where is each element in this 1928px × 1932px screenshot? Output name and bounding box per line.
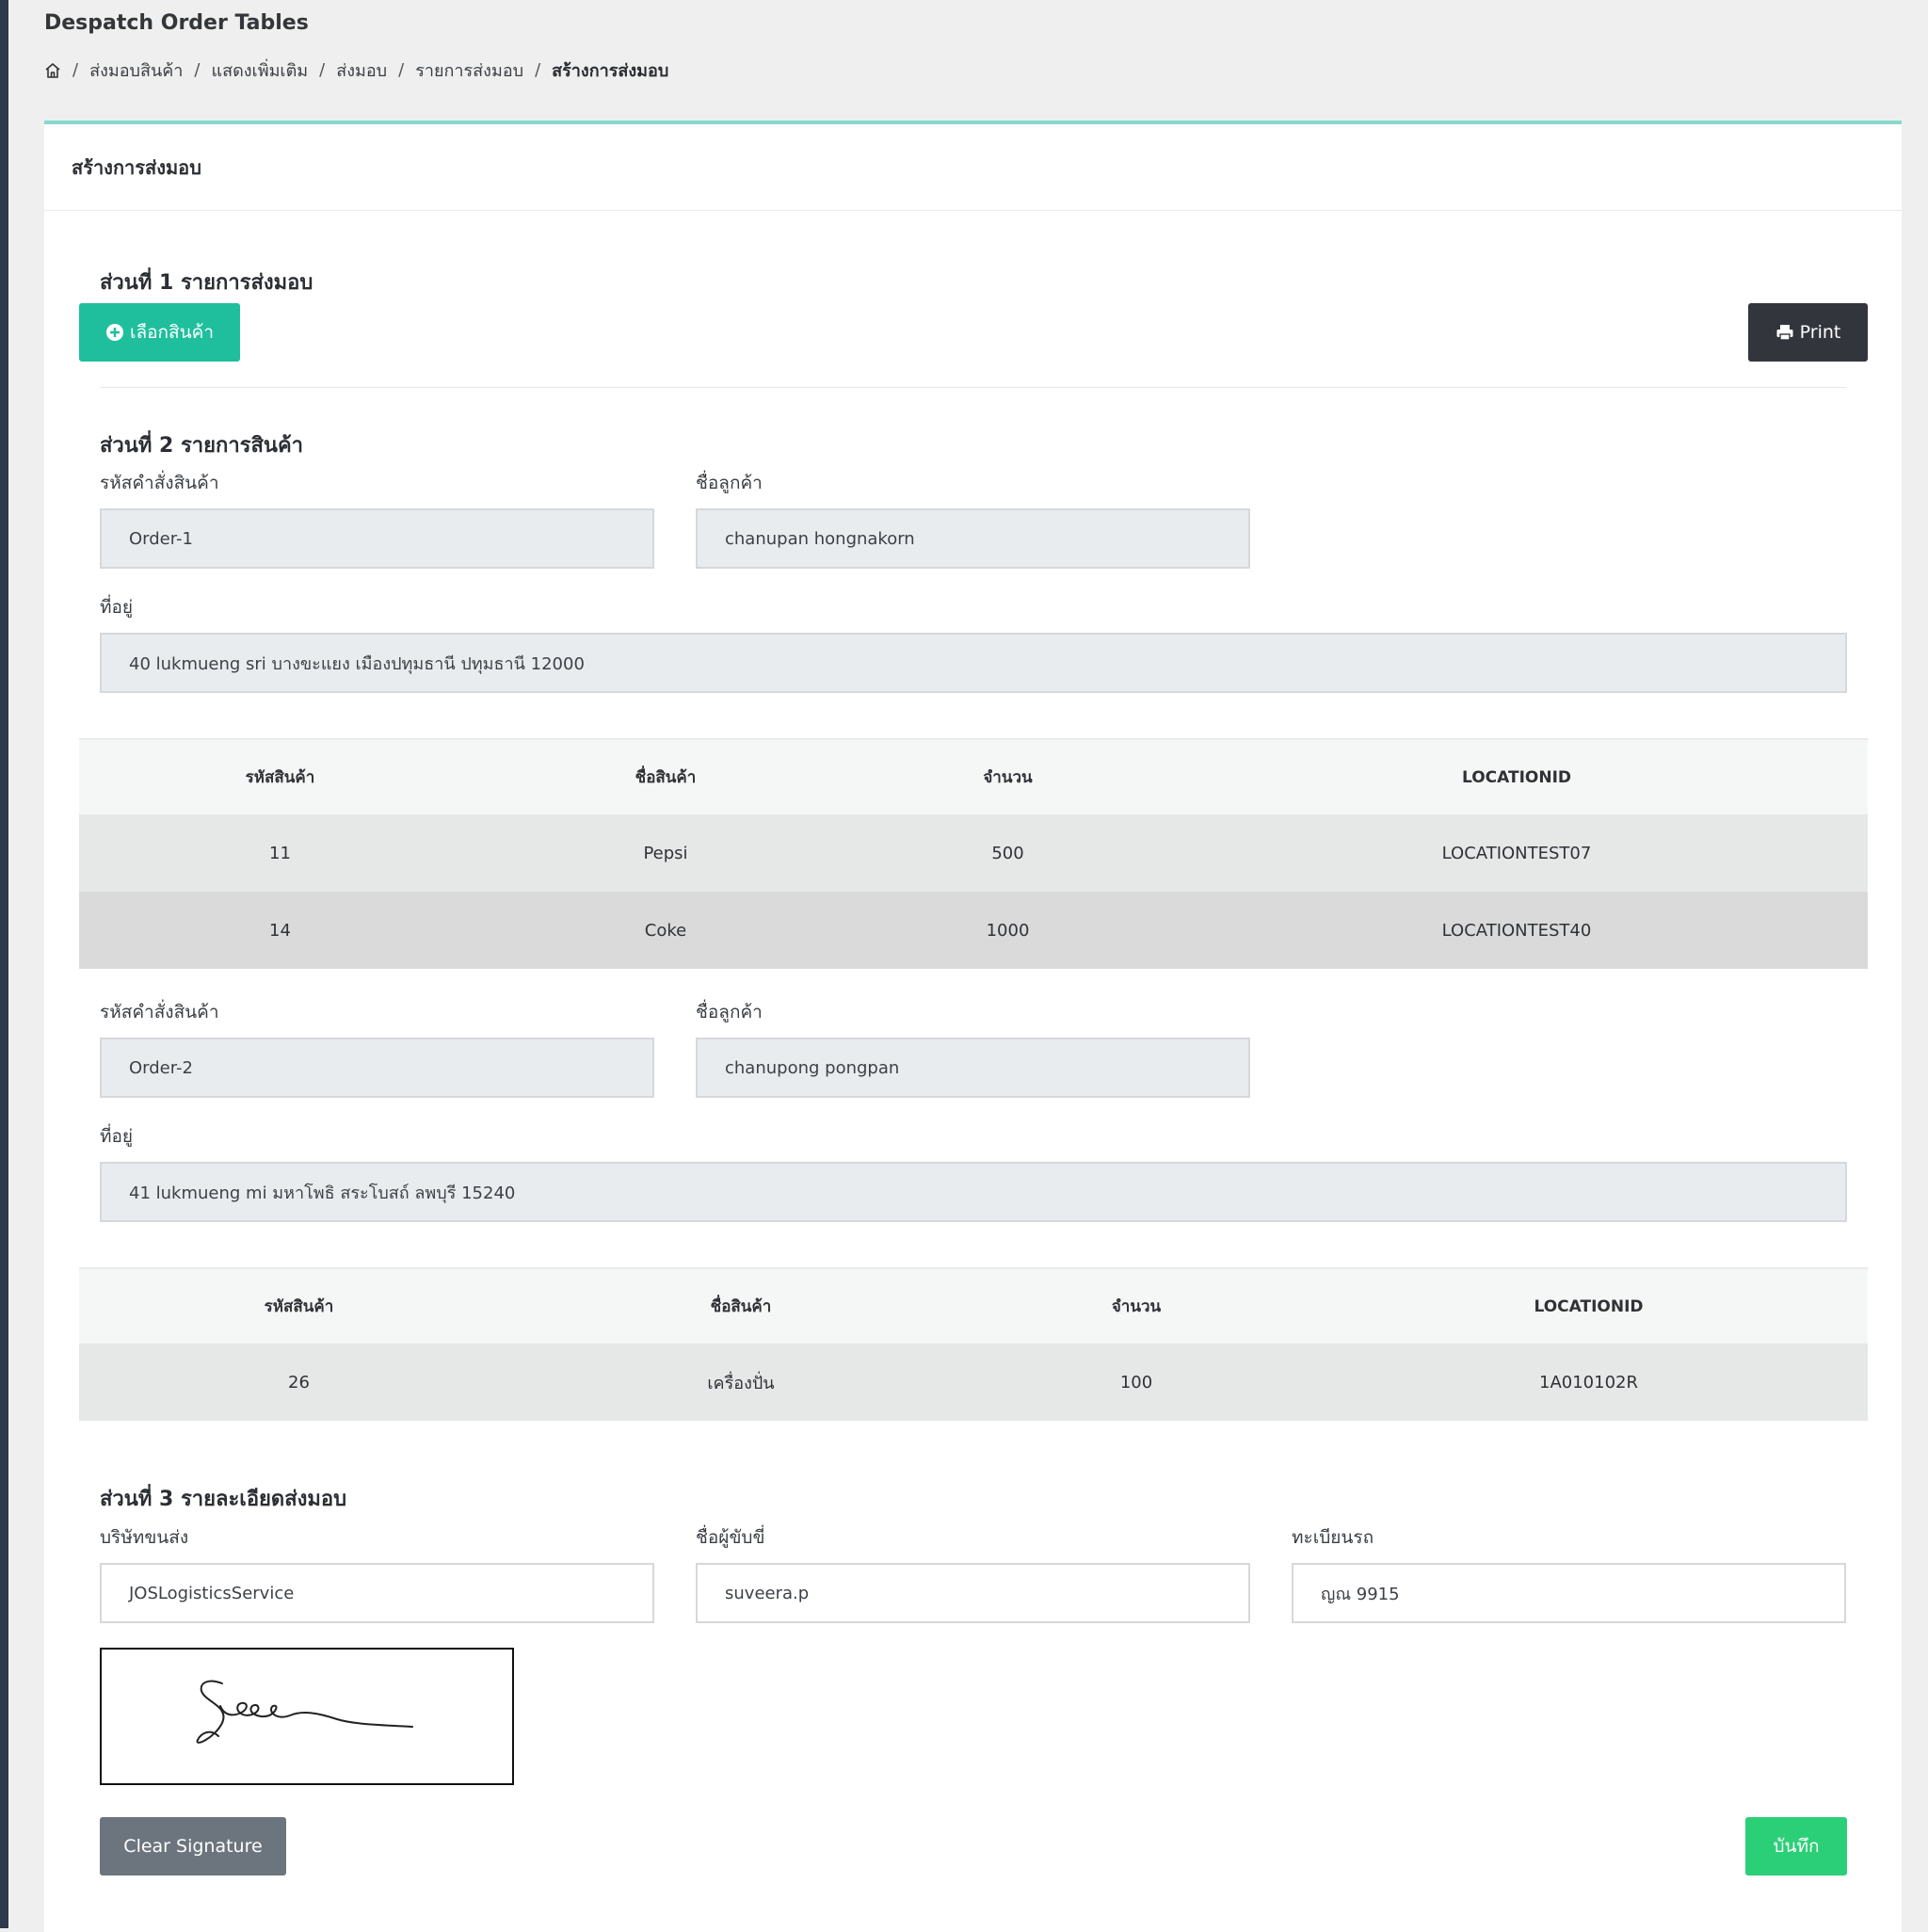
breadcrumb-item-more[interactable]: แสดงเพิ่มเติม [211, 56, 308, 84]
column-header-quantity: จำนวน [850, 738, 1165, 814]
customer-name-field[interactable]: chanupong pongpan [696, 1038, 1250, 1098]
cell-location-id: 1A010102R [1309, 1344, 1868, 1421]
order-code-field[interactable]: Order-2 [100, 1038, 654, 1098]
page-title: Despatch Order Tables [44, 11, 309, 35]
column-header-product-name: ชื่อสินค้า [519, 1267, 963, 1344]
section-divider [100, 387, 1846, 388]
order-items-table: รหัสสินค้า ชื่อสินค้า จำนวน LOCATIONID 1… [79, 738, 1868, 969]
section2-title: ส่วนที่ 2 รายการสินค้า [100, 434, 304, 458]
print-button[interactable]: Print [1748, 303, 1868, 362]
breadcrumb-item-delivery[interactable]: ส่งมอบสินค้า [89, 56, 183, 84]
customer-name-field[interactable]: chanupan hongnakorn [696, 508, 1250, 569]
table-row: 14 Coke 1000 LOCATIONTEST40 [79, 892, 1868, 969]
section3-title: ส่วนที่ 3 รายละเอียดส่งมอบ [100, 1488, 347, 1511]
save-button[interactable]: บันทึก [1745, 1817, 1847, 1876]
cell-product-code: 14 [79, 892, 481, 969]
clear-signature-button[interactable]: Clear Signature [100, 1817, 286, 1876]
home-icon[interactable] [44, 62, 61, 79]
print-label: Print [1799, 322, 1841, 343]
order-code-field[interactable]: Order-1 [100, 508, 654, 569]
cell-quantity: 1000 [850, 892, 1165, 969]
cell-quantity: 100 [963, 1344, 1309, 1421]
breadcrumb-item-despatch[interactable]: ส่งมอบ [336, 56, 387, 84]
order-code-label: รหัสคำสั่งสินค้า [100, 473, 219, 493]
driver-name-input[interactable]: suveera.p [696, 1563, 1250, 1623]
cell-location-id: LOCATIONTEST40 [1165, 892, 1868, 969]
column-header-product-name: ชื่อสินค้า [481, 738, 850, 814]
column-header-location-id: LOCATIONID [1165, 738, 1868, 814]
cell-product-name: เครื่องปั่น [519, 1344, 963, 1421]
column-header-product-code: รหัสสินค้า [79, 1267, 519, 1344]
address-label: ที่อยู่ [100, 1126, 134, 1147]
create-despatch-card: สร้างการส่งมอบ ส่วนที่ 1 รายการส่งมอบ เล… [44, 121, 1902, 1932]
select-product-label: เลือกสินค้า [129, 322, 215, 343]
breadcrumb-separator: / [194, 60, 201, 80]
breadcrumb-separator: / [72, 60, 79, 80]
cell-product-name: Coke [481, 892, 850, 969]
order-code-label: รหัสคำสั่งสินค้า [100, 1002, 219, 1022]
vehicle-plate-label: ทะเบียนรถ [1292, 1527, 1374, 1548]
breadcrumb-item-despatch-list[interactable]: รายการส่งมอบ [415, 56, 523, 84]
printer-icon [1776, 325, 1793, 341]
column-header-location-id: LOCATIONID [1309, 1267, 1868, 1344]
signature-drawing [196, 1680, 413, 1744]
plus-circle-icon [105, 324, 123, 341]
customer-name-label: ชื่อลูกค้า [696, 473, 763, 493]
address-field[interactable]: 41 lukmueng mi มหาโพธิ สระโบสถ์ ลพบุรี 1… [100, 1162, 1847, 1222]
cell-quantity: 500 [850, 814, 1165, 892]
address-field[interactable]: 40 lukmueng sri บางขะแยง เมืองปทุมธานี ป… [100, 633, 1847, 693]
table-row: 11 Pepsi 500 LOCATIONTEST07 [79, 814, 1868, 892]
breadcrumb-separator: / [319, 60, 326, 80]
select-product-button[interactable]: เลือกสินค้า [79, 303, 240, 362]
cell-product-name: Pepsi [481, 814, 850, 892]
section1-title: ส่วนที่ 1 รายการส่งมอบ [100, 271, 313, 295]
column-header-quantity: จำนวน [963, 1267, 1309, 1344]
transport-company-label: บริษัทขนส่ง [100, 1527, 189, 1548]
sidebar-rail [0, 0, 8, 1928]
customer-name-label: ชื่อลูกค้า [696, 1002, 763, 1022]
cell-product-code: 11 [79, 814, 481, 892]
breadcrumb-item-current: สร้างการส่งมอบ [552, 61, 669, 81]
transport-company-input[interactable]: JOSLogisticsService [100, 1563, 654, 1623]
address-label: ที่อยู่ [100, 597, 134, 618]
cell-product-code: 26 [79, 1344, 519, 1421]
driver-name-label: ชื่อผู้ขับขี่ [696, 1527, 765, 1548]
table-row: 26 เครื่องปั่น 100 1A010102R [79, 1344, 1868, 1421]
breadcrumb: / ส่งมอบสินค้า / แสดงเพิ่มเติม / ส่งมอบ … [44, 56, 668, 84]
vehicle-plate-input[interactable]: ญณ 9915 [1292, 1563, 1846, 1623]
card-title: สร้างการส่งมอบ [44, 124, 1902, 211]
cell-location-id: LOCATIONTEST07 [1165, 814, 1868, 892]
breadcrumb-separator: / [398, 60, 405, 80]
column-header-product-code: รหัสสินค้า [79, 738, 481, 814]
order-items-table: รหัสสินค้า ชื่อสินค้า จำนวน LOCATIONID 2… [79, 1267, 1868, 1421]
breadcrumb-separator: / [535, 60, 541, 80]
signature-pad[interactable] [100, 1648, 514, 1785]
